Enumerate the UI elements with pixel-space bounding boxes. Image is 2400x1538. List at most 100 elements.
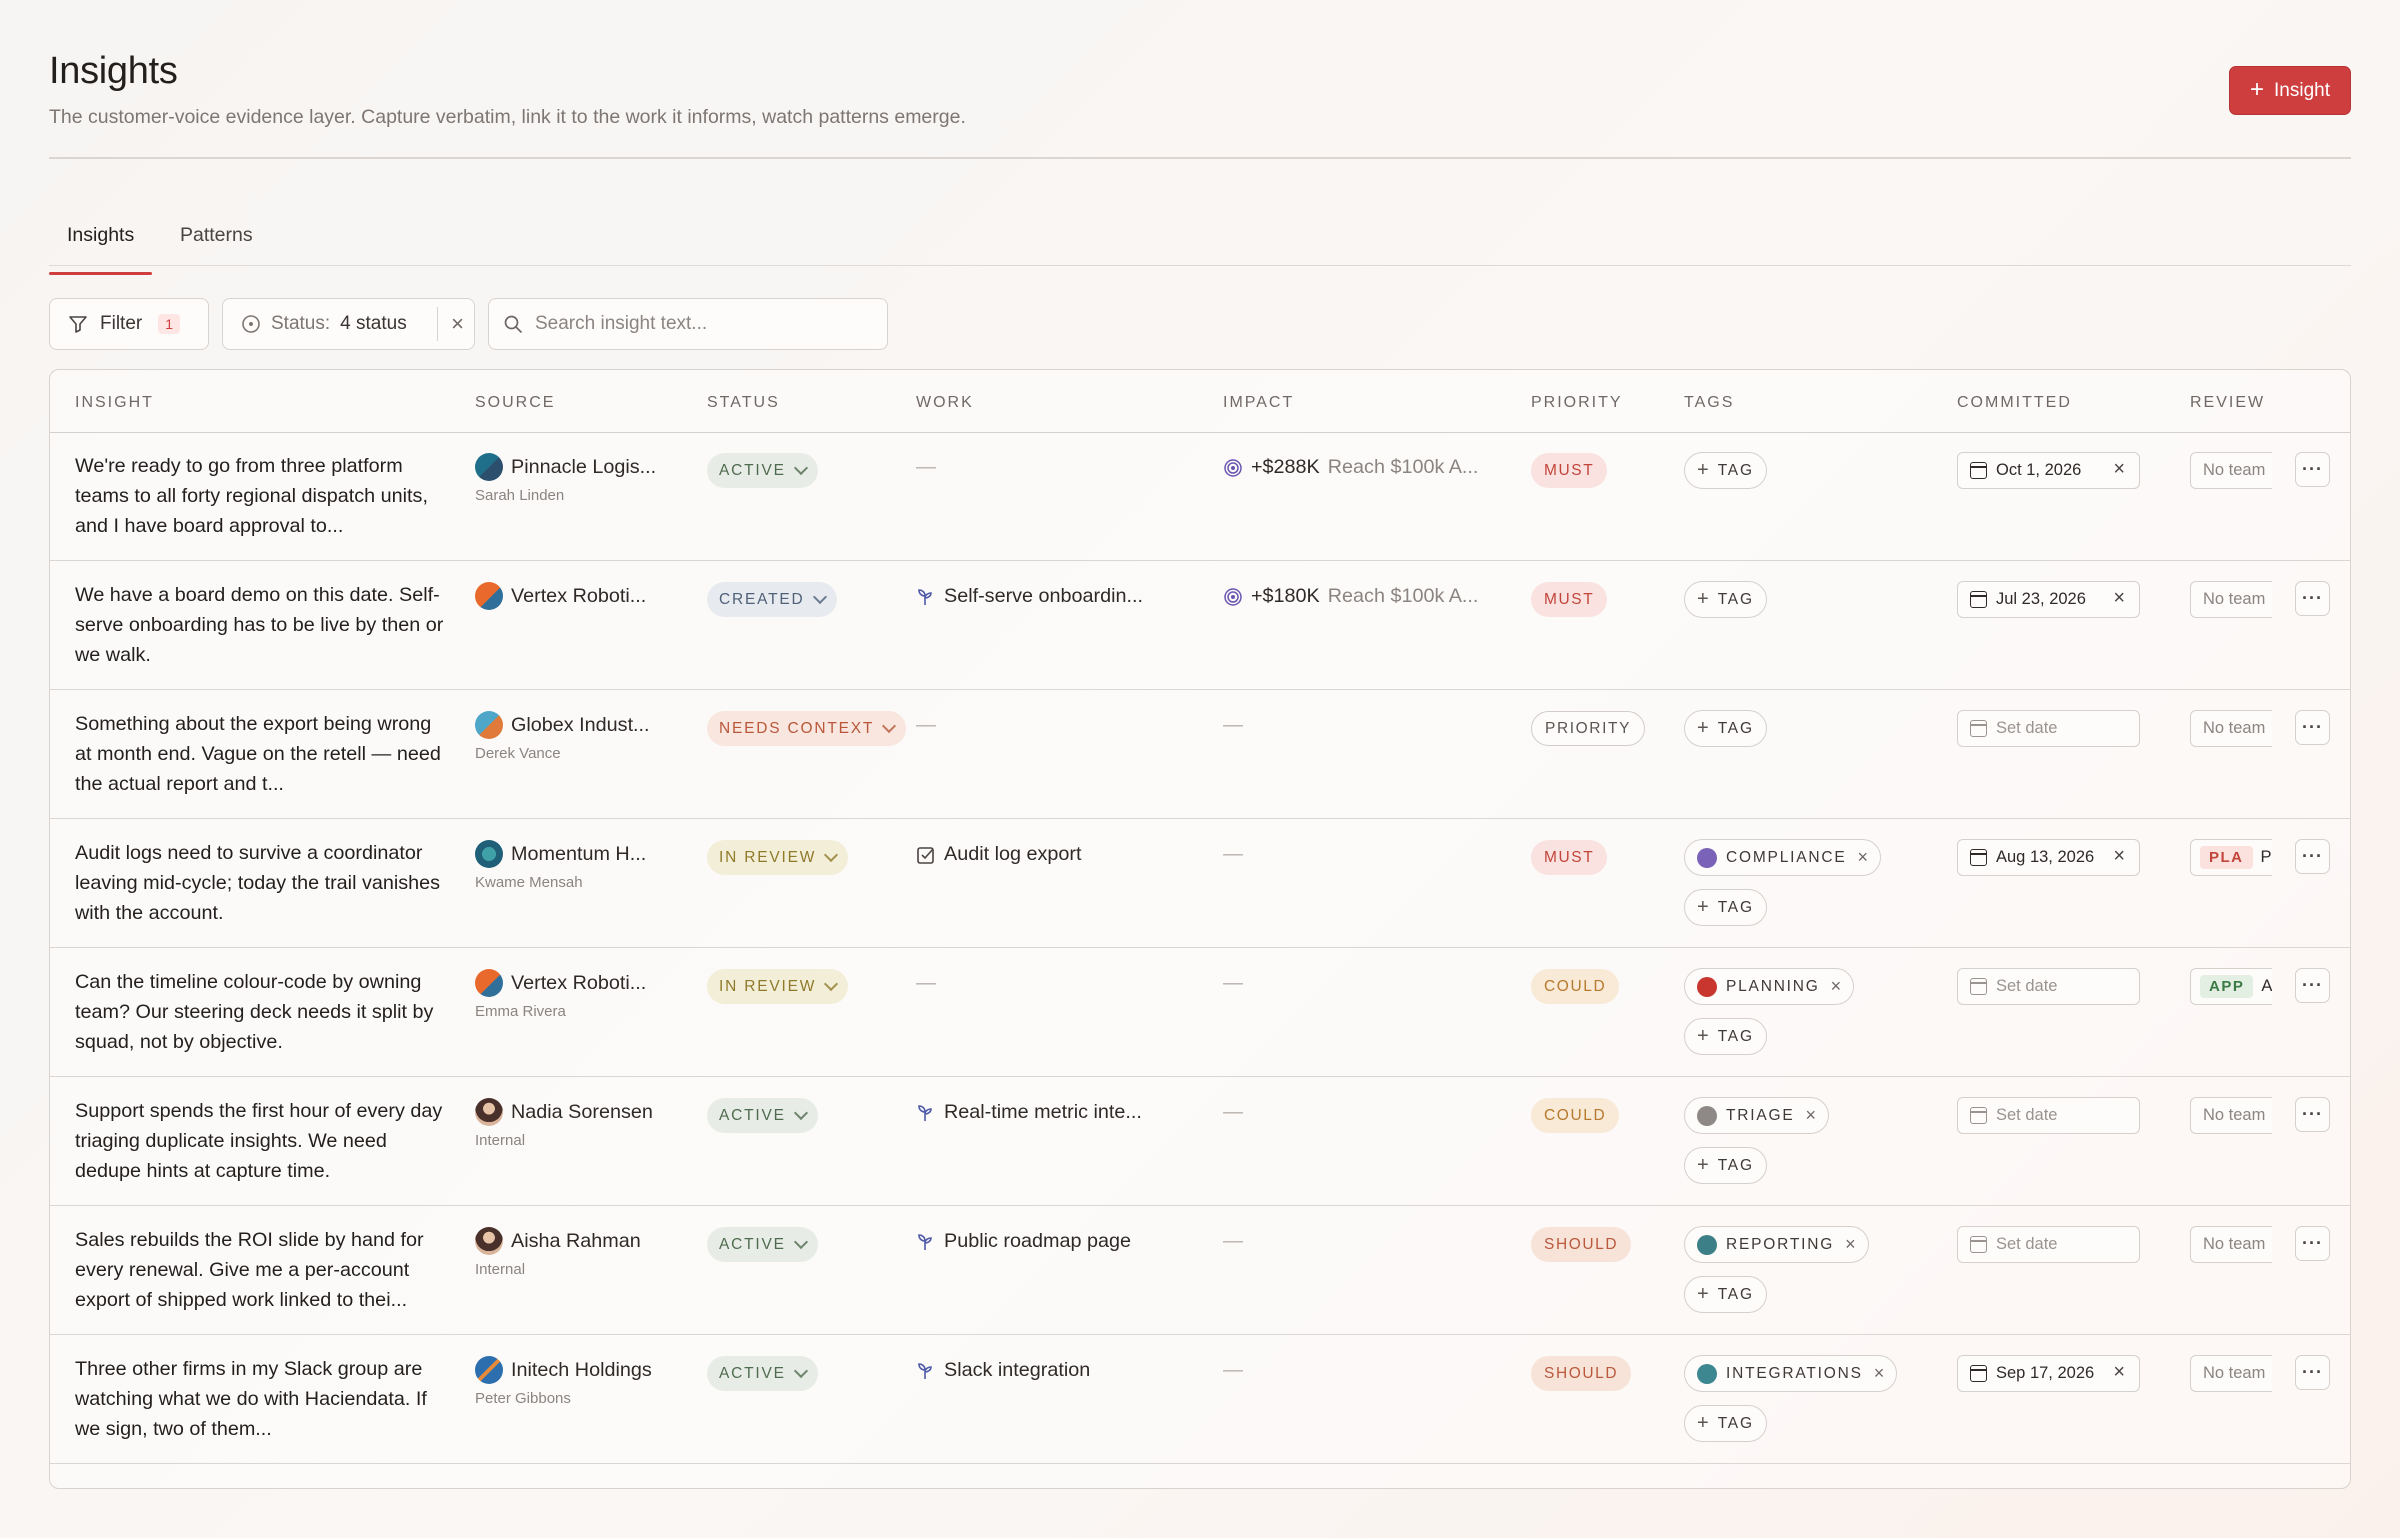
remove-tag-icon[interactable]: × [1806, 1105, 1817, 1126]
review-team-picker[interactable]: No team [2190, 452, 2272, 489]
clear-date-icon[interactable]: × [2113, 458, 2125, 481]
status-dropdown[interactable]: IN REVIEW [707, 969, 849, 1004]
work-link[interactable]: Self-serve onboardin... [916, 585, 1216, 608]
committed-date-picker[interactable]: Set date [1957, 1097, 2140, 1134]
review-team-picker[interactable]: No team [2190, 1355, 2272, 1392]
more-options-button[interactable]: ··· [2295, 452, 2330, 487]
status-dropdown[interactable]: ACTIVE [707, 1356, 818, 1391]
more-options-button[interactable]: ··· [2295, 1226, 2330, 1261]
more-options-button[interactable]: ··· [2295, 839, 2330, 874]
tag-chip[interactable]: INTEGRATIONS × [1684, 1355, 1898, 1392]
col-tags[interactable]: TAGS [1684, 394, 1734, 412]
source-cell[interactable]: Globex Indust... Derek Vance [475, 711, 695, 762]
status-dropdown[interactable]: NEEDS CONTEXT [707, 711, 907, 746]
source-cell[interactable]: Pinnacle Logis... Sarah Linden [475, 453, 695, 504]
priority-badge[interactable]: PRIORITY [1531, 711, 1646, 746]
priority-badge[interactable]: SHOULD [1531, 1356, 1632, 1391]
col-source[interactable]: SOURCE [475, 394, 555, 412]
tab-insights[interactable]: Insights [49, 224, 153, 275]
clear-date-icon[interactable]: × [2113, 1361, 2125, 1384]
committed-date-picker[interactable]: Aug 13, 2026 × [1957, 839, 2140, 876]
review-team-picker[interactable]: PLA P [2190, 839, 2272, 876]
priority-badge[interactable]: COULD [1531, 969, 1620, 1004]
tag-chip[interactable]: PLANNING × [1684, 968, 1855, 1005]
insight-text[interactable]: Three other firms in my Slack group are … [75, 1354, 445, 1444]
review-team-picker[interactable]: No team [2190, 581, 2272, 618]
add-tag-button[interactable]: + TAG [1684, 1147, 1767, 1184]
table-row[interactable] [50, 1465, 2350, 1488]
source-cell[interactable]: Vertex Roboti... [475, 582, 695, 610]
col-review[interactable]: REVIEW [2190, 394, 2272, 412]
table-row[interactable]: Three other firms in my Slack group are … [50, 1336, 2350, 1464]
add-tag-button[interactable]: + TAG [1684, 710, 1767, 747]
table-row[interactable]: We're ready to go from three platform te… [50, 433, 2350, 561]
insight-text[interactable]: Support spends the first hour of every d… [75, 1096, 445, 1186]
col-status[interactable]: STATUS [707, 394, 780, 412]
tag-chip[interactable]: REPORTING × [1684, 1226, 1869, 1263]
clear-filter-icon[interactable]: × [451, 311, 464, 337]
insight-text[interactable]: We have a board demo on this date. Self-… [75, 580, 445, 670]
priority-badge[interactable]: MUST [1531, 453, 1608, 488]
col-committed[interactable]: COMMITTED [1957, 394, 2072, 412]
col-work[interactable]: WORK [916, 394, 974, 412]
priority-badge[interactable]: COULD [1531, 1098, 1620, 1133]
add-tag-button[interactable]: + TAG [1684, 1276, 1767, 1313]
col-insight[interactable]: INSIGHT [75, 394, 154, 412]
add-tag-button[interactable]: + TAG [1684, 452, 1767, 489]
insight-text[interactable]: Can the timeline colour-code by owning t… [75, 967, 445, 1057]
tab-patterns[interactable]: Patterns [162, 224, 271, 267]
source-cell[interactable]: Initech Holdings Peter Gibbons [475, 1356, 695, 1407]
filter-button[interactable]: Filter 1 [49, 298, 209, 350]
insight-text[interactable]: We're ready to go from three platform te… [75, 451, 445, 541]
table-row[interactable]: Sales rebuilds the ROI slide by hand for… [50, 1207, 2350, 1335]
insight-text[interactable]: Audit logs need to survive a coordinator… [75, 838, 445, 928]
col-impact[interactable]: IMPACT [1223, 394, 1294, 412]
insight-text[interactable]: Something about the export being wrong a… [75, 709, 445, 799]
review-team-picker[interactable]: No team [2190, 1226, 2272, 1263]
priority-badge[interactable]: SHOULD [1531, 1227, 1632, 1262]
remove-tag-icon[interactable]: × [1858, 847, 1869, 868]
work-link[interactable]: Public roadmap page [916, 1230, 1216, 1253]
committed-date-picker[interactable]: Set date [1957, 1226, 2140, 1263]
insight-text[interactable]: Sales rebuilds the ROI slide by hand for… [75, 1225, 445, 1315]
status-dropdown[interactable]: ACTIVE [707, 1098, 818, 1133]
committed-date-picker[interactable]: Set date [1957, 968, 2140, 1005]
more-options-button[interactable]: ··· [2295, 968, 2330, 1003]
committed-date-picker[interactable]: Set date [1957, 710, 2140, 747]
work-link[interactable]: Real-time metric inte... [916, 1101, 1216, 1124]
committed-date-picker[interactable]: Oct 1, 2026 × [1957, 452, 2140, 489]
source-cell[interactable]: Vertex Roboti... Emma Rivera [475, 969, 695, 1020]
more-options-button[interactable]: ··· [2295, 710, 2330, 745]
committed-date-picker[interactable]: Sep 17, 2026 × [1957, 1355, 2140, 1392]
source-cell[interactable]: Nadia Sorensen Internal [475, 1098, 695, 1149]
source-cell[interactable]: Aisha Rahman Internal [475, 1227, 695, 1278]
add-tag-button[interactable]: + TAG [1684, 581, 1767, 618]
status-dropdown[interactable]: CREATED [707, 582, 837, 617]
remove-tag-icon[interactable]: × [1874, 1363, 1885, 1384]
new-insight-button[interactable]: + Insight [2229, 66, 2351, 115]
table-row[interactable]: Something about the export being wrong a… [50, 691, 2350, 819]
table-row[interactable]: Can the timeline colour-code by owning t… [50, 949, 2350, 1077]
more-options-button[interactable]: ··· [2295, 1355, 2330, 1390]
status-dropdown[interactable]: IN REVIEW [707, 840, 849, 875]
review-team-picker[interactable]: No team [2190, 1097, 2272, 1134]
clear-date-icon[interactable]: × [2113, 845, 2125, 868]
search-input[interactable]: Search insight text... [488, 298, 888, 350]
work-link[interactable]: Slack integration [916, 1359, 1216, 1382]
add-tag-button[interactable]: + TAG [1684, 1018, 1767, 1055]
add-tag-button[interactable]: + TAG [1684, 889, 1767, 926]
priority-badge[interactable]: MUST [1531, 582, 1608, 617]
review-team-picker[interactable]: APP A [2190, 968, 2272, 1005]
table-row[interactable]: We have a board demo on this date. Self-… [50, 562, 2350, 690]
priority-badge[interactable]: MUST [1531, 840, 1608, 875]
work-link[interactable]: Audit log export [916, 843, 1216, 866]
status-dropdown[interactable]: ACTIVE [707, 1227, 818, 1262]
status-filter-chip[interactable]: Status: 4 status × [222, 298, 475, 350]
remove-tag-icon[interactable]: × [1831, 976, 1842, 997]
review-team-picker[interactable]: No team [2190, 710, 2272, 747]
source-cell[interactable]: Momentum H... Kwame Mensah [475, 840, 695, 891]
table-row[interactable]: Support spends the first hour of every d… [50, 1078, 2350, 1206]
tag-chip[interactable]: COMPLIANCE × [1684, 839, 1882, 876]
committed-date-picker[interactable]: Jul 23, 2026 × [1957, 581, 2140, 618]
remove-tag-icon[interactable]: × [1845, 1234, 1856, 1255]
